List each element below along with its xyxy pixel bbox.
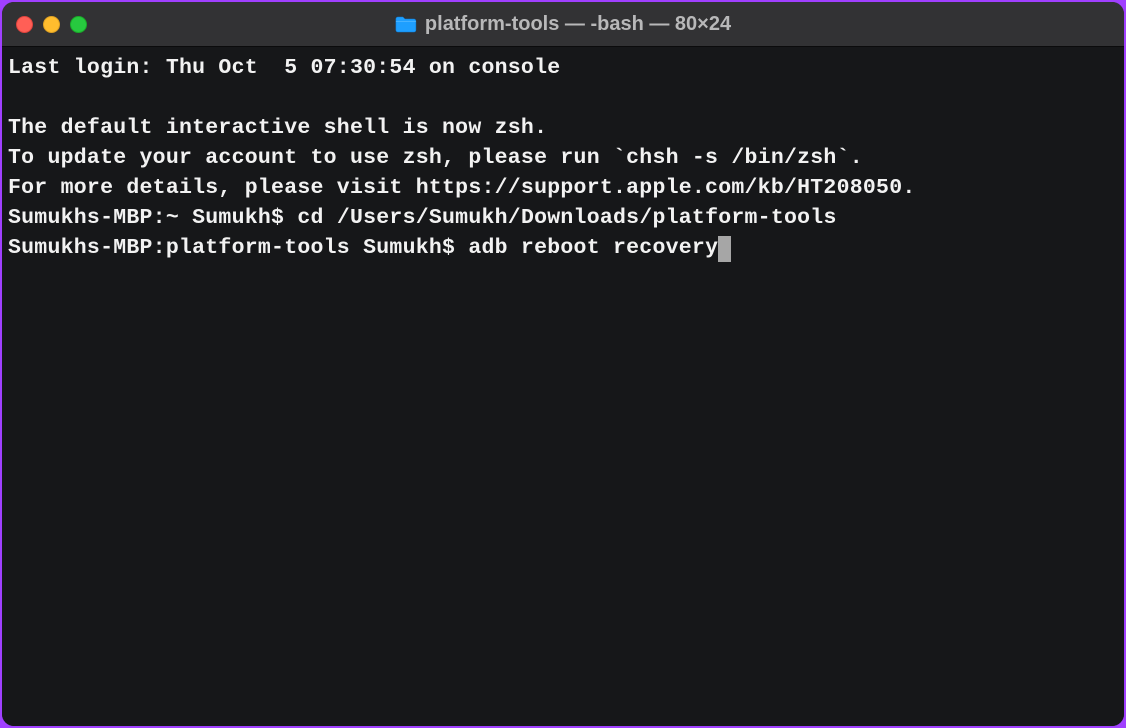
close-button[interactable] [16, 16, 33, 33]
terminal-window: platform-tools — -bash — 80×24 Last logi… [2, 2, 1124, 726]
shell-prompt: Sumukhs-MBP:~ Sumukh$ [8, 206, 297, 230]
zoom-button[interactable] [70, 16, 87, 33]
traffic-lights [16, 16, 87, 33]
terminal-line: Sumukhs-MBP:~ Sumukh$ cd /Users/Sumukh/D… [8, 206, 837, 230]
terminal-line: To update your account to use zsh, pleas… [8, 146, 863, 170]
terminal-line: Last login: Thu Oct 5 07:30:54 on consol… [8, 56, 560, 80]
window-title-wrap: platform-tools — -bash — 80×24 [395, 13, 731, 36]
terminal-line: Sumukhs-MBP:platform-tools Sumukh$ adb r… [8, 236, 731, 260]
shell-command: adb reboot recovery [468, 236, 718, 260]
shell-prompt: Sumukhs-MBP:platform-tools Sumukh$ [8, 236, 468, 260]
text-cursor [718, 236, 731, 262]
folder-icon [395, 15, 417, 33]
minimize-button[interactable] [43, 16, 60, 33]
shell-command: cd /Users/Sumukh/Downloads/platform-tool… [297, 206, 836, 230]
titlebar[interactable]: platform-tools — -bash — 80×24 [2, 2, 1124, 46]
window-title: platform-tools — -bash — 80×24 [425, 13, 731, 36]
terminal-line: For more details, please visit https://s… [8, 176, 916, 200]
terminal-content[interactable]: Last login: Thu Oct 5 07:30:54 on consol… [2, 47, 1124, 726]
terminal-line: The default interactive shell is now zsh… [8, 116, 547, 140]
